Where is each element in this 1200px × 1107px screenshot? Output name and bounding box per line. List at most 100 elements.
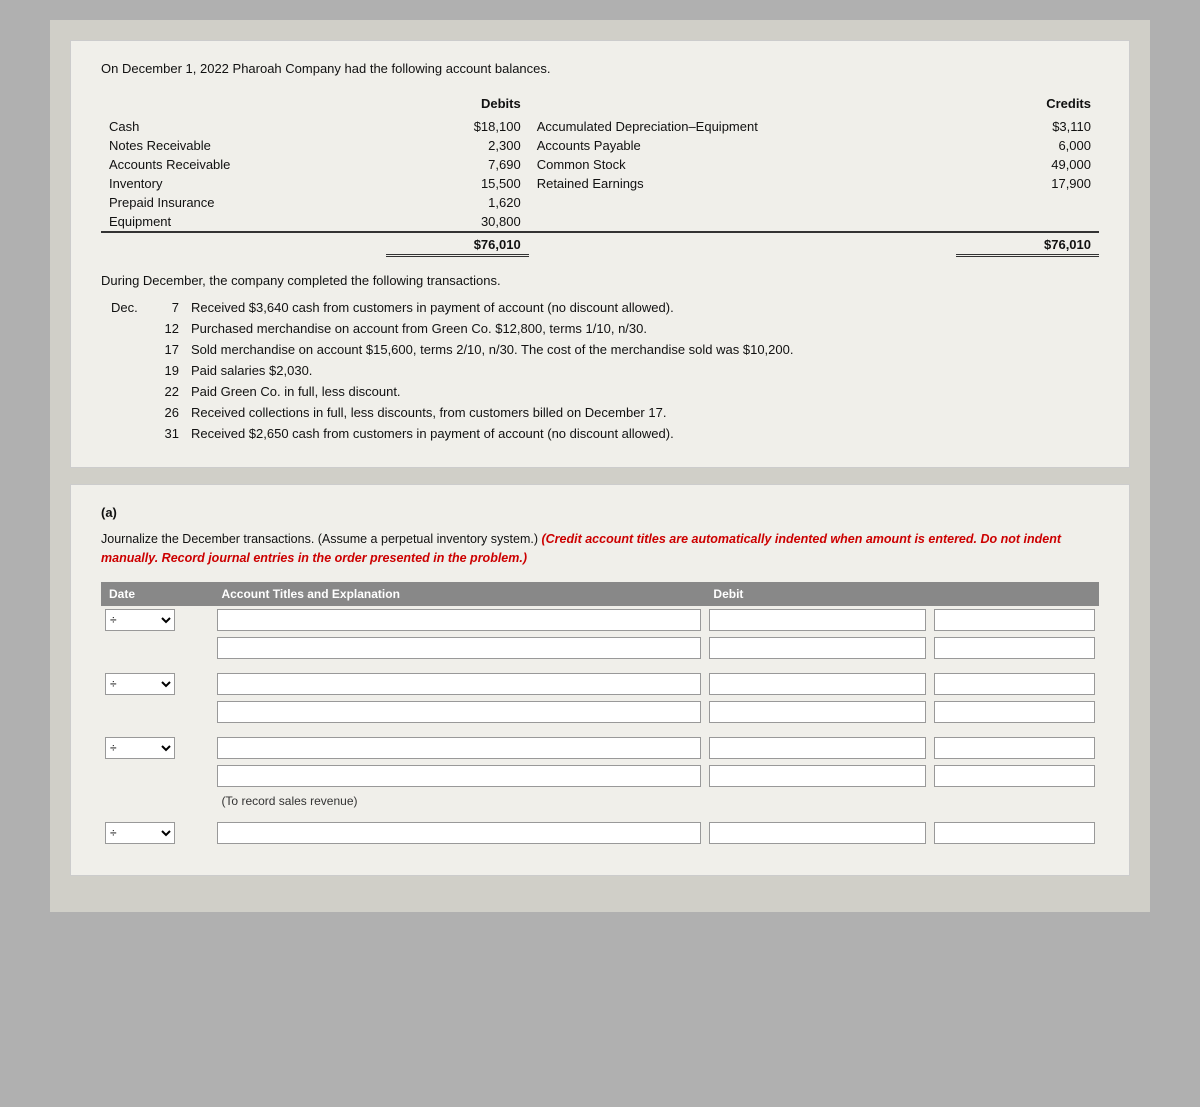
account-input[interactable] xyxy=(217,822,701,844)
note-text: (To record sales revenue) xyxy=(217,791,361,811)
transactions-title: During December, the company completed t… xyxy=(101,273,1099,288)
journal-debit-cell[interactable] xyxy=(705,762,930,790)
journal-credit-cell[interactable] xyxy=(930,762,1099,790)
account-input[interactable] xyxy=(217,701,701,723)
debit-account-value: 7,690 xyxy=(386,155,529,174)
date-select[interactable]: ÷ xyxy=(105,737,175,759)
journal-debit-cell[interactable] xyxy=(705,634,930,662)
debit-input[interactable] xyxy=(709,637,926,659)
journal-date-cell[interactable]: ÷ xyxy=(101,734,213,762)
debit-input[interactable] xyxy=(709,822,926,844)
journal-credit-cell[interactable] xyxy=(930,734,1099,762)
credit-account-name: Accumulated Depreciation–Equipment xyxy=(529,117,957,136)
transaction-item: 26 Received collections in full, less di… xyxy=(111,405,1099,420)
journal-row: (To record sales revenue) xyxy=(101,790,1099,811)
trans-day: 7 xyxy=(151,300,179,315)
journal-row xyxy=(101,634,1099,662)
journal-date-cell[interactable]: ÷ xyxy=(101,819,213,847)
credit-input[interactable] xyxy=(934,737,1095,759)
problem-card: On December 1, 2022 Pharoah Company had … xyxy=(70,40,1130,468)
debit-account-name: Equipment xyxy=(101,212,386,232)
trans-desc: Sold merchandise on account $15,600, ter… xyxy=(191,342,1099,357)
date-select[interactable]: ÷ xyxy=(105,609,175,631)
journal-account-cell[interactable] xyxy=(213,634,705,662)
trans-day: 31 xyxy=(151,426,179,441)
credit-input[interactable] xyxy=(934,673,1095,695)
journal-date-empty xyxy=(101,790,213,811)
debit-account-name: Cash xyxy=(101,117,386,136)
credit-input[interactable] xyxy=(934,609,1095,631)
trans-day: 22 xyxy=(151,384,179,399)
debit-account-name: Inventory xyxy=(101,174,386,193)
part-a-card: (a) Journalize the December transactions… xyxy=(70,484,1130,876)
debit-account-name: Prepaid Insurance xyxy=(101,193,386,212)
balance-table: Debits Credits Cash $18,100 Accumulated … xyxy=(101,94,1099,257)
journal-date-empty xyxy=(101,762,213,790)
journal-account-cell[interactable] xyxy=(213,606,705,634)
credit-input[interactable] xyxy=(934,637,1095,659)
debit-account-value: 1,620 xyxy=(386,193,529,212)
debit-input[interactable] xyxy=(709,609,926,631)
journal-account-cell[interactable] xyxy=(213,670,705,698)
debit-input[interactable] xyxy=(709,701,926,723)
debit-account-value: $18,100 xyxy=(386,117,529,136)
empty-header xyxy=(101,94,386,117)
credit-input[interactable] xyxy=(934,822,1095,844)
credit-account-value xyxy=(956,212,1099,232)
journal-date-empty xyxy=(101,698,213,726)
journal-credit-cell[interactable] xyxy=(930,606,1099,634)
trans-desc: Paid Green Co. in full, less discount. xyxy=(191,384,1099,399)
credit-account-value: $3,110 xyxy=(956,117,1099,136)
journal-debit-cell[interactable] xyxy=(705,819,930,847)
credit-input[interactable] xyxy=(934,701,1095,723)
journal-debit-cell[interactable] xyxy=(705,670,930,698)
col-debit: Debit xyxy=(705,582,930,606)
trans-day: 26 xyxy=(151,405,179,420)
debit-account-name: Notes Receivable xyxy=(101,136,386,155)
credit-total-label xyxy=(529,232,957,256)
debit-input[interactable] xyxy=(709,673,926,695)
page-container: On December 1, 2022 Pharoah Company had … xyxy=(50,20,1150,912)
credit-account-value: 17,900 xyxy=(956,174,1099,193)
journal-credit-cell[interactable] xyxy=(930,670,1099,698)
transaction-list: Dec. 7 Received $3,640 cash from custome… xyxy=(111,300,1099,441)
journal-date-cell[interactable]: ÷ xyxy=(101,606,213,634)
journal-account-cell[interactable] xyxy=(213,698,705,726)
debit-input[interactable] xyxy=(709,765,926,787)
debit-total-label xyxy=(101,232,386,256)
journal-row: ÷ xyxy=(101,819,1099,847)
trans-desc: Received $3,640 cash from customers in p… xyxy=(191,300,1099,315)
journal-credit-cell[interactable] xyxy=(930,634,1099,662)
journal-debit-cell[interactable] xyxy=(705,698,930,726)
journal-account-cell[interactable] xyxy=(213,734,705,762)
credit-account-name: Accounts Payable xyxy=(529,136,957,155)
journal-credit-cell[interactable] xyxy=(930,698,1099,726)
transaction-item: 17 Sold merchandise on account $15,600, … xyxy=(111,342,1099,357)
transaction-item: 31 Received $2,650 cash from customers i… xyxy=(111,426,1099,441)
account-input[interactable] xyxy=(217,737,701,759)
account-input[interactable] xyxy=(217,673,701,695)
journal-row: ÷ xyxy=(101,734,1099,762)
date-select[interactable]: ÷ xyxy=(105,822,175,844)
journal-credit-cell[interactable] xyxy=(930,819,1099,847)
group-separator xyxy=(101,811,1099,819)
trans-day: 12 xyxy=(151,321,179,336)
journal-row xyxy=(101,762,1099,790)
journal-debit-cell[interactable] xyxy=(705,606,930,634)
journal-account-cell[interactable] xyxy=(213,819,705,847)
credit-input[interactable] xyxy=(934,765,1095,787)
account-input[interactable] xyxy=(217,765,701,787)
trans-day: 17 xyxy=(151,342,179,357)
journal-date-cell[interactable]: ÷ xyxy=(101,670,213,698)
group-separator xyxy=(101,662,1099,670)
date-select[interactable]: ÷ xyxy=(105,673,175,695)
journal-debit-cell[interactable] xyxy=(705,734,930,762)
credit-account-value: 49,000 xyxy=(956,155,1099,174)
credit-account-name: Common Stock xyxy=(529,155,957,174)
credit-account-value xyxy=(956,193,1099,212)
journal-account-cell[interactable] xyxy=(213,762,705,790)
debit-input[interactable] xyxy=(709,737,926,759)
account-input[interactable] xyxy=(217,609,701,631)
credit-account-name xyxy=(529,212,957,232)
account-input[interactable] xyxy=(217,637,701,659)
